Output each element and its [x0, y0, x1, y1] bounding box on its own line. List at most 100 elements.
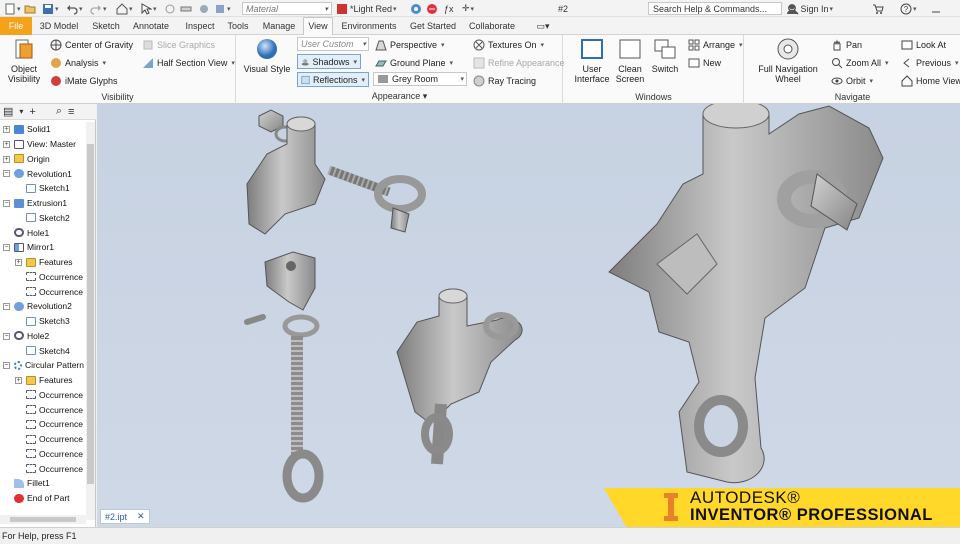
select-icon[interactable]: ▾ [140, 2, 157, 15]
help-icon[interactable]: ? ▾ [900, 2, 917, 15]
redo-icon[interactable]: ▾ [90, 2, 107, 15]
browser-node[interactable]: Sketch1 [0, 181, 84, 196]
expand-icon[interactable]: + [3, 155, 10, 163]
collapse-icon[interactable]: − [3, 170, 10, 178]
center-of-gravity-button[interactable]: Center of Gravity [50, 39, 133, 51]
browser-node[interactable]: + Solid1 [0, 122, 84, 137]
previous-view-button[interactable]: Previous ▾ [901, 57, 959, 69]
browser-node[interactable]: − Circular Pattern [0, 358, 84, 373]
shadows-toggle[interactable]: Shadows ▾ [297, 54, 361, 69]
search-input[interactable]: Search Help & Commands... [648, 2, 782, 15]
expand-icon[interactable]: + [3, 140, 10, 148]
user-interface-button[interactable]: User Interface [574, 37, 610, 84]
clean-screen-button[interactable]: Clean Screen [614, 37, 646, 84]
browser-node[interactable]: Occurrence [0, 284, 84, 299]
browser-menu-lines-icon[interactable]: ≡ [68, 106, 74, 118]
browser-node[interactable]: − Mirror1 [0, 240, 84, 255]
browser-node[interactable]: Sketch2 [0, 211, 84, 226]
tab-collaborate[interactable]: Collaborate [464, 17, 520, 35]
part-icon[interactable]: ▾ [214, 2, 231, 15]
clear-icon[interactable] [426, 2, 438, 15]
imate-glyphs-button[interactable]: iMate Glyphs [50, 75, 118, 87]
add-browser-icon[interactable]: + [29, 106, 35, 118]
full-navigation-wheel-button[interactable]: Full Navigation Wheel [755, 37, 821, 84]
cart-icon[interactable] [872, 2, 884, 15]
adjust-icon[interactable] [410, 2, 422, 15]
browser-node[interactable]: Occurrence [0, 270, 84, 285]
browser-node[interactable]: − Hole2 [0, 329, 84, 344]
ray-tracing-button[interactable]: Ray Tracing [473, 75, 536, 87]
undo-icon[interactable]: ▾ [66, 2, 83, 15]
slice-graphics-button[interactable]: Slice Graphics [142, 39, 215, 51]
browser-node[interactable]: − Extrusion1 [0, 196, 84, 211]
zoom-all-button[interactable]: Zoom All ▾ [831, 57, 889, 69]
browser-node[interactable]: + Features [0, 373, 84, 388]
browser-node[interactable]: + Origin [0, 152, 84, 167]
visual-style-button[interactable]: Visual Style [243, 37, 291, 74]
reflections-toggle[interactable]: Reflections ▾ [297, 72, 369, 87]
browser-node[interactable]: Sketch4 [0, 343, 84, 358]
browser-node[interactable]: Occurrence [0, 402, 84, 417]
browser-menu-icon[interactable]: ▾ [19, 107, 23, 116]
browser-node[interactable]: Occurrence [0, 432, 84, 447]
analysis-button[interactable]: Analysis ▾ [50, 57, 106, 69]
browser-node[interactable]: Sketch3 [0, 314, 84, 329]
tab-sketch[interactable]: Sketch [86, 17, 126, 35]
expand-icon[interactable]: + [15, 258, 22, 266]
tab-tools[interactable]: Tools [223, 17, 253, 35]
tab-file[interactable]: File [0, 17, 32, 35]
fx-icon[interactable]: ƒx [444, 2, 454, 15]
collapse-icon[interactable]: − [3, 303, 10, 310]
tab-3d-model[interactable]: 3D Model [36, 17, 82, 35]
update-icon[interactable] [164, 2, 176, 15]
perspective-button[interactable]: Perspective ▾ [375, 39, 445, 51]
tab-manage[interactable]: Manage [258, 17, 300, 35]
save-icon[interactable]: ▾ [42, 2, 59, 15]
home-view-button[interactable]: Home View [901, 75, 960, 87]
refine-appearance-button[interactable]: Refine Appearance [473, 57, 565, 69]
measure-icon[interactable] [180, 2, 192, 15]
browser-node[interactable]: Occurrence [0, 388, 84, 403]
collapse-icon[interactable]: − [3, 199, 10, 207]
textures-on-button[interactable]: Textures On ▾ [473, 39, 544, 51]
browser-node[interactable]: + View: Master [0, 137, 84, 152]
orbit-button[interactable]: Orbit ▾ [831, 75, 873, 87]
collapse-icon[interactable]: − [3, 362, 10, 369]
ground-plane-button[interactable]: Ground Plane ▾ [375, 57, 453, 69]
object-visibility-button[interactable]: Object Visibility [6, 37, 42, 84]
browser-node[interactable]: Occurrence [0, 417, 84, 432]
material-dropdown[interactable]: Material ▾ [242, 2, 332, 15]
look-at-button[interactable]: Look At [901, 39, 946, 51]
environment-dropdown[interactable]: Grey Room ▾ [373, 72, 467, 86]
pan-button[interactable]: Pan [831, 39, 862, 51]
expand-icon[interactable]: + [3, 126, 10, 133]
browser-node[interactable]: Occurrence [0, 447, 84, 462]
browser-search-icon[interactable]: ⌕ [56, 105, 62, 118]
user-custom-dropdown[interactable]: User Custom ▾ [297, 37, 369, 51]
browser-node[interactable]: Hole1 [0, 225, 84, 240]
collapse-icon[interactable]: − [3, 332, 10, 340]
expand-icon[interactable]: + [15, 376, 22, 384]
new-file-icon[interactable]: ▾ [4, 2, 21, 15]
browser-node[interactable]: Fillet1 [0, 476, 84, 491]
tab-view[interactable]: View [303, 17, 333, 36]
browser-hscroll-thumb[interactable] [10, 517, 76, 522]
appearance-icon[interactable] [198, 2, 210, 15]
collapse-icon[interactable]: − [3, 244, 10, 251]
browser-node[interactable]: − Revolution2 [0, 299, 84, 314]
home-icon[interactable]: ▾ [116, 2, 133, 15]
tab-annotate[interactable]: Annotate [128, 17, 174, 35]
half-section-view-button[interactable]: Half Section View ▾ [142, 57, 235, 69]
new-window-button[interactable]: New [688, 57, 721, 69]
tab-environments[interactable]: Environments [338, 17, 400, 35]
document-tab[interactable]: #2.ipt ✕ [100, 509, 150, 524]
tab-get-started[interactable]: Get Started [405, 17, 461, 35]
browser-node[interactable]: Occurrence [0, 461, 84, 476]
browser-scroll-thumb[interactable] [87, 144, 94, 484]
graphics-viewport[interactable] [97, 104, 960, 527]
browser-node[interactable]: − Revolution1 [0, 166, 84, 181]
switch-button[interactable]: Switch [650, 37, 680, 74]
arrange-button[interactable]: Arrange ▾ [688, 39, 743, 51]
minimize-icon[interactable] [930, 2, 942, 15]
tab-inspect[interactable]: Inspect [180, 17, 220, 35]
